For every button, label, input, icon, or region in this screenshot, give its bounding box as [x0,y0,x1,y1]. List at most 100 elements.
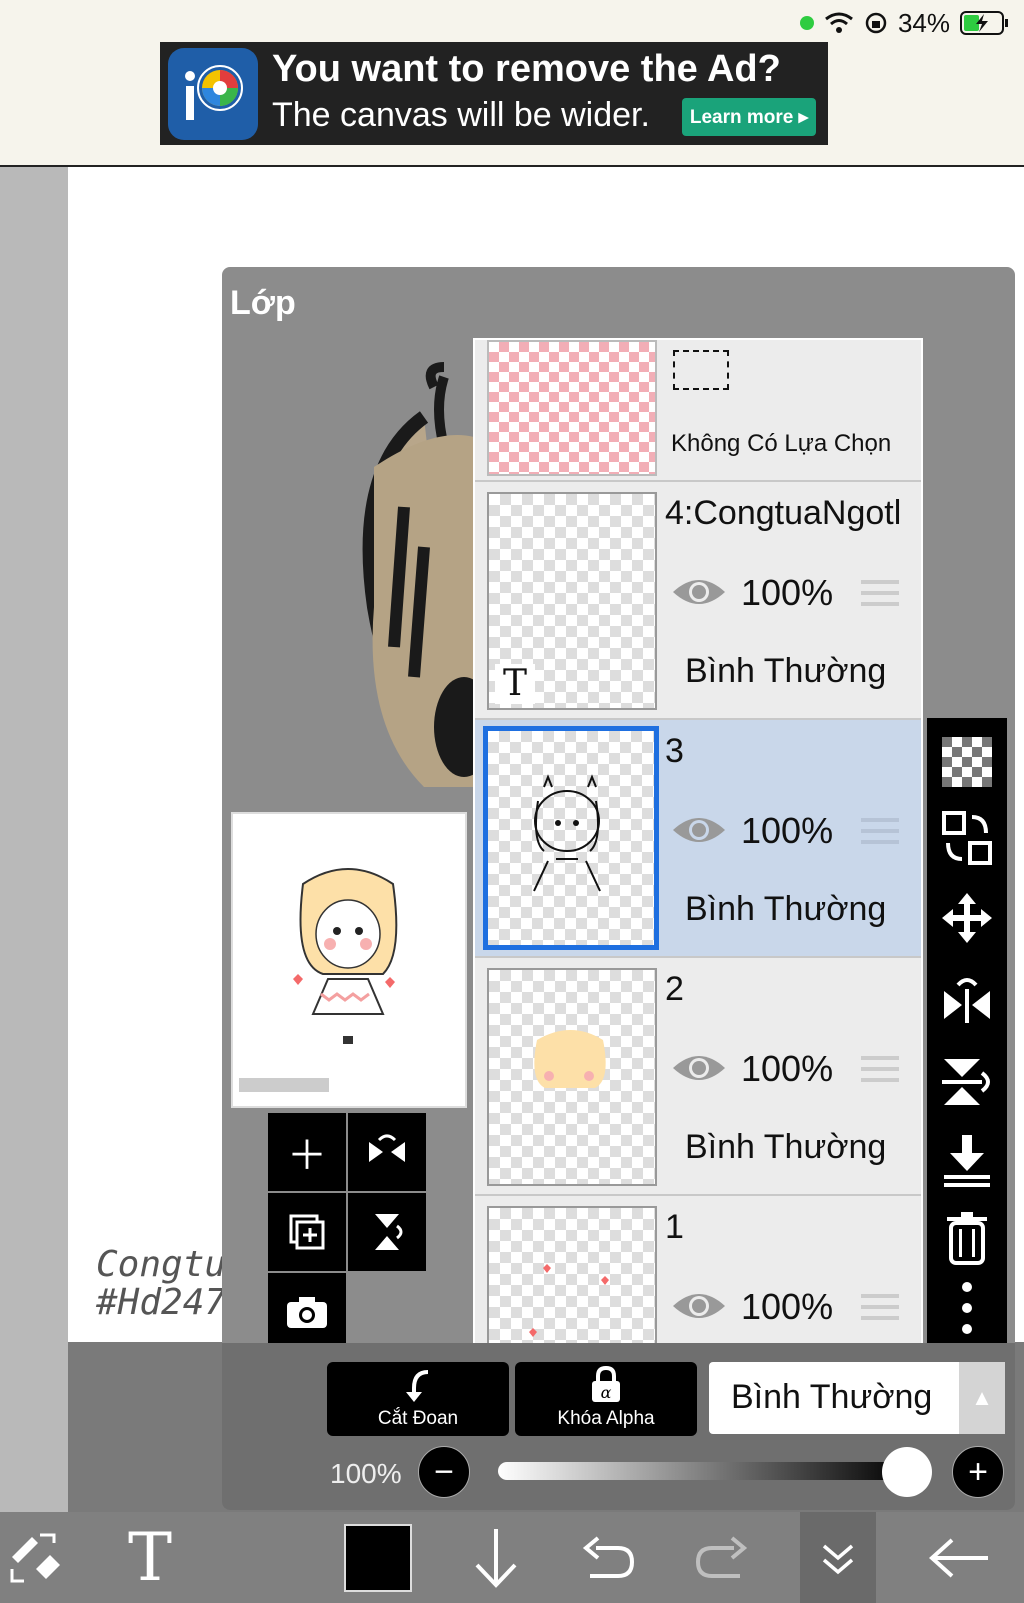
layer-row[interactable]: 2 100% Bình Thường [475,958,921,1196]
flip-horizontal-icon [369,1134,405,1162]
merge-down-icon [944,1135,990,1187]
flip-vertical-canvas-button[interactable] [348,1193,426,1271]
layer-blend-mode: Bình Thường [685,890,887,928]
layer-opacity: 100% [741,810,834,851]
selection-marquee-icon [673,350,729,390]
drag-handle-icon[interactable] [861,816,899,846]
opacity-slider[interactable] [498,1462,908,1480]
alpha-lock-button[interactable]: α Khóa Alpha [515,1362,697,1436]
opacity-label: 100% [330,1458,402,1489]
current-color-swatch [344,1523,412,1592]
alpha-lock-label: Khóa Alpha [557,1408,655,1429]
panel-title: Lớp [230,284,296,322]
learn-more-button[interactable]: Learn more ▸ [682,98,816,136]
ad-title: You want to remove the Ad? [272,48,781,90]
layer-thumbnail [483,726,659,950]
layer-list[interactable]: Không Có Lựa Chọn T 4:CongtuaNgotl 100% … [473,338,923,1354]
blend-mode-select[interactable]: Bình Thường ▲ [709,1362,1005,1434]
layer-opacity: 100% [741,572,834,613]
add-layer-button[interactable]: ＋ [268,1113,346,1191]
selection-label: Không Có Lựa Chọn [671,430,892,457]
move-layer-button[interactable] [937,888,997,948]
visibility-eye-icon[interactable] [671,1290,727,1322]
flip-layer-vertical-button[interactable] [937,1052,997,1112]
delete-layer-button[interactable] [937,1208,997,1268]
swap-layers-button[interactable] [937,808,997,868]
clipping-button[interactable]: Cắt Đoan [327,1362,509,1436]
selection-thumbnail [487,340,657,476]
orientation-lock-icon [865,12,887,34]
import-photo-button[interactable] [268,1273,346,1351]
brush-eraser-icon [10,1533,60,1582]
color-picker-button[interactable] [342,1512,414,1603]
opacity-decrease-button[interactable]: − [418,1446,470,1498]
layer-thumbnail [487,968,657,1186]
flip-vertical-icon [375,1214,403,1250]
drag-handle-icon[interactable] [861,578,899,608]
layer-opacity: 100% [741,1286,834,1327]
recording-dot-icon [799,16,814,30]
flip-horizontal-canvas-button[interactable] [348,1113,426,1191]
text-layer-icon: T [495,664,535,704]
clipping-label: Cắt Đoan [377,1408,459,1429]
flip-vertical-icon [942,1059,990,1105]
layer-thumbnail: T [487,492,657,710]
wifi-icon [825,12,853,33]
camera-icon [287,1297,327,1328]
battery-percent: 34% [897,7,950,38]
undo-icon [582,1535,635,1578]
layer-opacity: 100% [741,1048,834,1089]
blend-mode-value: Bình Thường [731,1378,933,1416]
visibility-eye-icon[interactable] [671,814,727,846]
arrow-down-icon [475,1528,517,1588]
ad-banner[interactable]: You want to remove the Ad? The canvas wi… [160,42,828,145]
layer-name: 1 [665,1208,684,1246]
more-options-button[interactable] [937,1278,997,1338]
clipping-arrow-icon [406,1370,429,1402]
duplicate-layer-icon [289,1214,325,1250]
text-tool-button[interactable]: T [110,1512,190,1603]
layer-blend-mode: Bình Thường [685,1128,887,1166]
drag-handle-icon[interactable] [861,1292,899,1322]
merge-down-button[interactable] [937,1130,997,1190]
layer-right-toolbar [927,718,1007,1352]
layer-blend-mode: Bình Thường [685,652,887,690]
layer-row[interactable]: T 4:CongtuaNgotl 100% Bình Thường [475,482,921,720]
svg-text:α: α [601,1383,612,1402]
chevron-up-icon[interactable]: ▲ [959,1362,1005,1434]
selection-layer-row[interactable]: Không Có Lựa Chọn [475,340,921,482]
transparent-background-button[interactable] [937,732,997,792]
main-toolbar: T [0,1512,1024,1603]
layer-thumbnail [487,1206,657,1352]
drag-handle-icon[interactable] [861,1054,899,1084]
canvas-margin [0,167,68,1512]
lock-icon: α [592,1366,620,1402]
layer-name: 3 [665,732,684,770]
layer-name: 2 [665,970,684,1008]
redo-button[interactable] [686,1512,758,1603]
ibis-paint-logo-icon [168,48,258,140]
layer-row[interactable]: 1 100% [475,1196,921,1352]
visibility-eye-icon[interactable] [671,576,727,608]
opacity-slider-knob[interactable] [882,1447,932,1497]
visibility-eye-icon[interactable] [671,1052,727,1084]
layer-small-tools: ＋ [268,1113,426,1352]
flip-layer-horizontal-button[interactable] [937,972,997,1032]
undo-button[interactable] [572,1512,644,1603]
layer-panel-toggle-button[interactable] [800,1512,876,1603]
move-arrows-icon [942,893,992,943]
status-icons: 34% [799,6,1010,40]
ad-subtitle: The canvas will be wider. [272,96,650,134]
opacity-increase-button[interactable]: + [952,1446,1004,1498]
chevron-double-down-icon [822,1544,854,1574]
brush-eraser-toggle-button[interactable] [0,1512,70,1603]
canvas-preview-thumbnail[interactable] [231,812,467,1108]
back-button[interactable] [910,1512,1010,1603]
trash-icon [947,1212,987,1265]
redo-icon [695,1535,748,1578]
layer-row-selected[interactable]: 3 100% Bình Thường [475,720,921,958]
duplicate-layer-button[interactable] [268,1193,346,1271]
battery-icon [960,11,1008,35]
text-tool-icon: T [127,1519,173,1596]
layer-down-button[interactable] [460,1512,532,1603]
